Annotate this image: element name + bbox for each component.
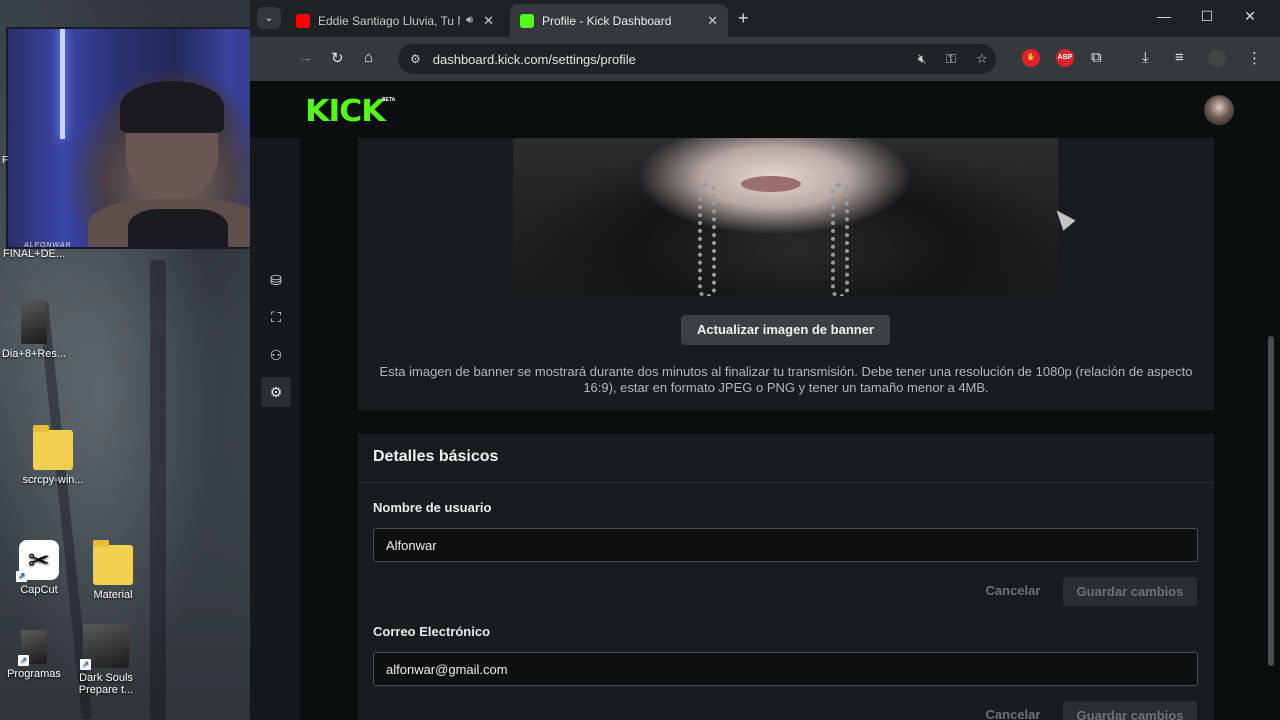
video-thumbnail-icon bbox=[21, 300, 47, 344]
close-window-button[interactable]: ✕ bbox=[1230, 8, 1270, 25]
folder-icon bbox=[93, 540, 133, 585]
desktop-icon-capcut[interactable]: ✂ ↗ CapCut bbox=[1, 540, 77, 596]
scrollbar[interactable] bbox=[1268, 138, 1274, 720]
banner-image bbox=[513, 138, 1058, 296]
chevron-down-icon: ⌄ bbox=[264, 12, 274, 24]
home-icon[interactable]: ⌂ bbox=[364, 49, 373, 66]
user-avatar[interactable] bbox=[1204, 95, 1234, 125]
desktop-icon-label: Dark Souls Prepare t... bbox=[78, 672, 134, 696]
red-hand-extension-icon[interactable]: ✋ bbox=[1022, 49, 1040, 67]
profile-avatar[interactable] bbox=[1208, 49, 1226, 67]
desktop: ALFONWAR F FINAL+DE... Dia+8+Res... scrc… bbox=[0, 0, 288, 720]
username-label: Nombre de usuario bbox=[373, 500, 492, 515]
dashboard-icon[interactable]: ⛁ bbox=[264, 268, 288, 292]
address-bar[interactable]: ⚙ dashboard.kick.com/settings/profile 🔇︎… bbox=[398, 44, 996, 74]
desktop-icon-material[interactable]: Material bbox=[75, 540, 151, 601]
tab-youtube[interactable]: Eddie Santiago Lluvia, Tu M 🔊︎ ✕ bbox=[286, 4, 504, 37]
close-icon[interactable]: ✕ bbox=[483, 13, 494, 29]
tab-title: Eddie Santiago Lluvia, Tu M bbox=[318, 13, 461, 28]
tab-kick-dashboard[interactable]: Profile - Kick Dashboard ✕ bbox=[510, 4, 728, 37]
game-icon: ↗ bbox=[80, 624, 129, 670]
email-label: Correo Electrónico bbox=[373, 624, 491, 639]
section-title: Detalles básicos bbox=[373, 448, 499, 465]
desktop-icon-final[interactable]: FINAL+DE... bbox=[0, 248, 72, 260]
programs-icon: ↗ bbox=[18, 630, 47, 666]
youtube-icon bbox=[296, 13, 310, 28]
wallpaper-tree bbox=[150, 260, 166, 720]
beta-badge: BETA bbox=[382, 97, 396, 103]
divider bbox=[358, 482, 1214, 483]
download-icon[interactable]: ⤓ bbox=[1142, 49, 1149, 66]
basic-details-card: Detalles básicos Nombre de usuario Cance… bbox=[358, 434, 1214, 720]
desktop-icon-dia8[interactable]: Dia+8+Res... bbox=[0, 300, 72, 360]
settings-content: Actualizar imagen de banner Esta imagen … bbox=[358, 138, 1214, 720]
reload-icon[interactable]: ↻ bbox=[331, 49, 344, 67]
desktop-icon-label: Material bbox=[93, 589, 133, 601]
url-text: dashboard.kick.com/settings/profile bbox=[432, 51, 636, 67]
minimize-button[interactable]: — bbox=[1144, 8, 1184, 24]
shortcut-arrow-icon: ↗ bbox=[16, 571, 27, 582]
desktop-icon-scrcpy[interactable]: scrcpy-win... bbox=[15, 425, 91, 486]
desktop-icon-dark-souls[interactable]: ↗ Dark Souls Prepare t... bbox=[68, 624, 144, 696]
forward-icon[interactable]: → bbox=[298, 49, 313, 66]
tab-title: Profile - Kick Dashboard bbox=[542, 13, 672, 28]
desktop-icon-label: CapCut bbox=[20, 584, 58, 596]
folder-icon bbox=[33, 425, 73, 470]
username-input[interactable] bbox=[373, 528, 1198, 562]
speaker-icon[interactable]: 🔊︎ bbox=[466, 14, 473, 27]
scrollbar-thumb[interactable] bbox=[1268, 336, 1274, 666]
shortcut-arrow-icon: ↗ bbox=[80, 659, 91, 670]
maximize-button[interactable]: ☐ bbox=[1187, 8, 1227, 25]
webcam-overlay bbox=[6, 27, 288, 249]
banner-help-text: Esta imagen de banner se mostrará durant… bbox=[379, 364, 1193, 395]
browser-window: ⌄ Eddie Santiago Lluvia, Tu M 🔊︎ ✕ Profi… bbox=[250, 0, 1280, 720]
kick-icon bbox=[520, 13, 534, 28]
desktop-icon-label: Programas bbox=[7, 668, 61, 680]
star-icon[interactable]: ☆ bbox=[976, 51, 988, 67]
cancel-button[interactable]: Cancelar bbox=[978, 577, 1048, 605]
gear-icon[interactable]: ⚙ bbox=[261, 377, 291, 407]
new-tab-button[interactable]: + bbox=[738, 8, 749, 29]
shortcut-arrow-icon: ↗ bbox=[18, 655, 29, 666]
key-icon[interactable]: ⚿ bbox=[946, 51, 956, 67]
extensions-icon[interactable]: ⧉ bbox=[1091, 49, 1102, 66]
media-control-icon[interactable]: ≡ bbox=[1175, 49, 1184, 66]
kick-header: KICK BETA bbox=[250, 81, 1280, 138]
tab-strip: ⌄ Eddie Santiago Lluvia, Tu M 🔊︎ ✕ Profi… bbox=[250, 0, 1280, 37]
banner-card: Actualizar imagen de banner Esta imagen … bbox=[358, 138, 1214, 410]
users-icon[interactable]: ⚇ bbox=[264, 343, 288, 367]
save-changes-button[interactable]: Guardar cambios bbox=[1063, 701, 1197, 720]
desktop-label: F bbox=[2, 155, 9, 166]
screen-icon[interactable]: ⛶ bbox=[264, 305, 288, 329]
close-icon[interactable]: ✕ bbox=[707, 13, 718, 29]
site-info-icon[interactable]: ⚙ bbox=[410, 52, 421, 66]
tab-search-button[interactable]: ⌄ bbox=[257, 7, 281, 29]
desktop-icon-label: scrcpy-win... bbox=[22, 474, 84, 486]
save-changes-button[interactable]: Guardar cambios bbox=[1063, 577, 1197, 606]
capcut-icon: ✂ ↗ bbox=[16, 540, 59, 582]
update-banner-button[interactable]: Actualizar imagen de banner bbox=[681, 315, 890, 345]
menu-icon[interactable]: ⋮ bbox=[1247, 49, 1262, 67]
email-input[interactable] bbox=[373, 652, 1198, 686]
cancel-button[interactable]: Cancelar bbox=[978, 701, 1048, 720]
muted-icon[interactable]: 🔇︎ bbox=[918, 51, 926, 67]
browser-toolbar: → ↻ ⌂ ⚙ dashboard.kick.com/settings/prof… bbox=[250, 37, 1280, 81]
sidebar: ⛁ ⛶ ⚇ ⚙ bbox=[250, 138, 300, 720]
desktop-icon-label: FINAL+DE... bbox=[2, 248, 66, 260]
desktop-icon-programas[interactable]: ↗ Programas bbox=[0, 630, 72, 680]
adblock-plus-icon[interactable]: ABP bbox=[1056, 49, 1074, 67]
kick-dashboard-page: KICK BETA ⛁ ⛶ ⚇ ⚙ Actualizar imagen de b… bbox=[250, 81, 1280, 720]
desktop-icon-label: Dia+8+Res... bbox=[1, 348, 67, 360]
kick-logo[interactable]: KICK bbox=[305, 94, 386, 129]
